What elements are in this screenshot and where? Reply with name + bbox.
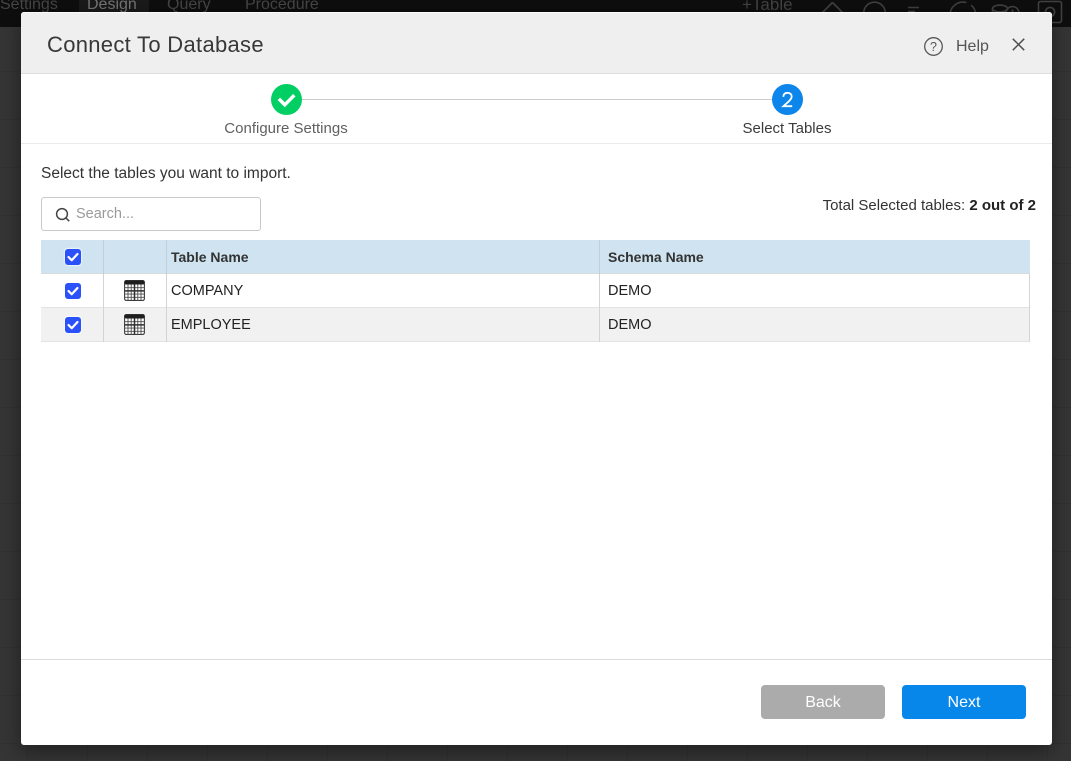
svg-text:?: ? — [930, 40, 937, 54]
